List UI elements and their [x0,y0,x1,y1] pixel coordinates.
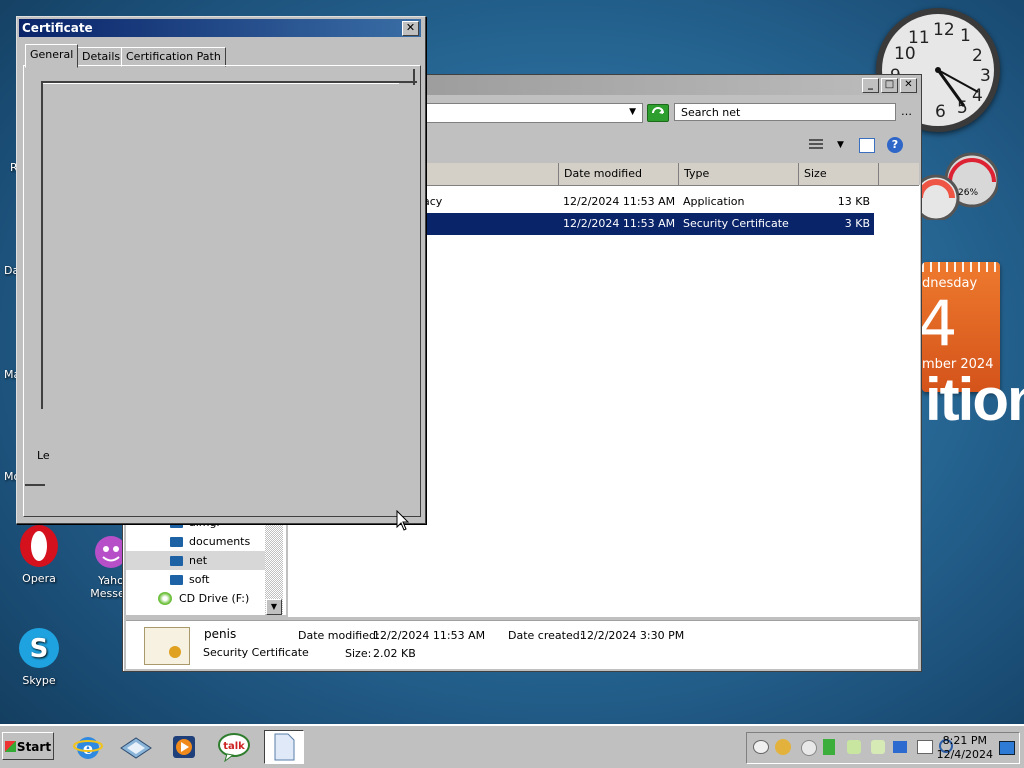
column-headers: Date modified Type Size [423,163,919,186]
start-button[interactable]: Start [2,732,54,760]
svg-text:talk: talk [223,741,245,752]
details-created-value: 12/2/2024 3:30 PM [580,629,685,642]
desktop-icon-label: Opera [22,572,56,585]
details-size-value: 2.02 KB [373,647,416,660]
more-options-icon[interactable]: … [901,105,912,118]
column-header-date[interactable]: Date modified [559,163,679,185]
file-date: 12/2/2024 11:53 AM [563,217,676,230]
internet-explorer-icon[interactable]: e [68,730,108,764]
network-tray-icon[interactable] [893,741,907,753]
details-created-label: Date created: [508,629,584,642]
wallpaper-brand-text: ition [925,366,1024,433]
calendar-rings [922,262,1000,272]
torrent-tray-icon[interactable] [823,739,835,755]
calendar-day: 4 [922,287,958,360]
tray-time: 8:21 PM [942,734,987,747]
column-header-size[interactable]: Size [799,163,879,185]
details-file-type: Security Certificate [203,646,309,659]
column-header-type[interactable]: Type [679,163,799,185]
search-input[interactable]: Search net [674,103,896,121]
navigation-pane[interactable]: aimgr documents net soft CD Drive (F:) [126,515,286,615]
certificate-dialog[interactable]: Certificate ✕ General Details Certificat… [16,16,426,524]
show-desktop-icon[interactable] [116,730,156,764]
users-tray-icon[interactable] [775,739,791,755]
close-button[interactable]: ✕ [402,21,419,36]
nav-item-folder[interactable]: documents [126,532,268,551]
maximize-button[interactable]: □ [881,78,898,93]
details-file-name: penis [204,627,237,641]
scroll-down-button[interactable]: ▼ [266,599,282,615]
tray-date: 12/4/2024 [936,748,993,761]
emoticon-tray-icon[interactable] [801,740,817,756]
media-player-icon[interactable] [164,730,204,764]
svg-text:S: S [30,634,49,664]
issuer-statement-fragment: Le [37,449,50,462]
minimize-button[interactable]: _ [862,78,879,93]
active-window-document-icon[interactable] [264,730,304,764]
dialog-titlebar[interactable]: Certificate ✕ [19,19,421,37]
dialog-title: Certificate [22,21,93,35]
google-talk-icon[interactable]: talk [214,730,254,764]
skype-icon: S [17,626,61,670]
file-size: 13 KB [837,195,870,208]
details-modified-value: 12/2/2024 11:53 AM [373,629,486,642]
certificate-info-box [41,69,417,409]
nav-item-folder[interactable]: soft [126,570,268,589]
details-modified-label: Date modified: [298,629,380,642]
folder-icon [170,556,183,566]
desktop-icon-opera[interactable]: Opera [4,524,74,585]
chevron-down-icon[interactable]: ▼ [837,140,844,150]
file-date: 12/2/2024 11:53 AM [563,195,676,208]
drive-tray-icon[interactable] [871,740,885,754]
tray-clock[interactable]: 8:21 PM 12/4/2024 [937,734,993,762]
cpu-meter-gadget[interactable]: 26% [912,150,1000,222]
nav-item-drive[interactable]: CD Drive (F:) [126,589,268,608]
tab-general[interactable]: General [25,44,79,68]
file-type: Application [683,195,745,208]
refresh-icon[interactable] [647,104,669,122]
desktop-icon-label: Skype [22,674,56,687]
taskbar: Start e talk 8:21 PM 12/4/2024 [0,724,1024,768]
cd-drive-icon [158,592,172,605]
nav-item-folder-selected[interactable]: net [126,551,268,570]
details-pane: penis Security Certificate Date modified… [126,620,918,669]
monitor-tray-icon[interactable] [917,740,933,754]
opera-icon [17,524,61,568]
file-size: 3 KB [844,217,870,230]
views-icon[interactable] [809,139,823,151]
close-button[interactable]: ✕ [900,78,917,93]
preview-pane-icon[interactable] [859,138,875,153]
separator [25,484,45,486]
file-type: Security Certificate [683,217,789,230]
system-tray: 8:21 PM 12/4/2024 [746,732,1020,764]
folder-icon [170,575,183,585]
details-size-label: Size: [345,647,372,660]
certificate-icon [144,627,190,665]
desktop-icon-skype[interactable]: S Skype [4,626,74,687]
folder-icon [170,537,183,547]
nav-scrollbar[interactable]: ▼ [265,515,283,615]
help-icon[interactable]: ? [887,137,903,153]
tab-certification-path[interactable]: Certification Path [121,47,226,67]
note-tray-icon[interactable] [847,740,861,754]
notification-icon[interactable] [999,741,1015,755]
address-bar[interactable]: ▼ [423,103,643,123]
tab-details[interactable]: Details [77,47,126,67]
mouse-cursor-icon [396,510,410,531]
meter-readout: 26% [958,188,979,198]
windows-logo-icon [4,741,16,752]
chat-tray-icon[interactable] [753,740,769,754]
column-header-name[interactable] [423,163,559,185]
chevron-down-icon[interactable]: ▼ [629,107,636,117]
